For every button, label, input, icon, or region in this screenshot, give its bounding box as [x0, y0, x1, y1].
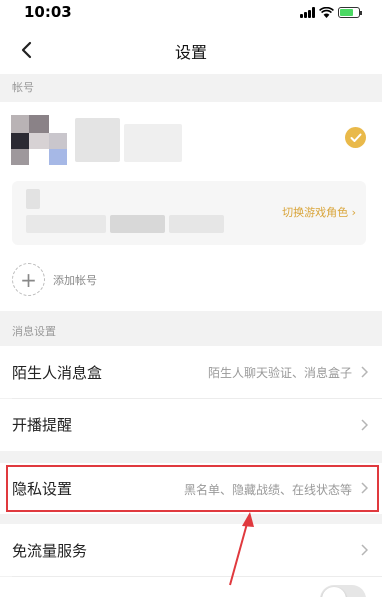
- section-header-account: 帐号: [0, 74, 382, 102]
- live-reminder-row[interactable]: 开播提醒: [0, 399, 382, 451]
- toggle-switch[interactable]: [320, 585, 366, 597]
- stranger-message-box-row[interactable]: 陌生人消息盒 陌生人聊天验证、消息盒子: [0, 346, 382, 398]
- account-id-blurred: [124, 124, 182, 162]
- role-level-blurred: [169, 215, 224, 233]
- section-header-messages: 消息设置: [0, 318, 382, 346]
- role-avatar-blurred: [26, 189, 40, 209]
- account-name-blurred: [75, 118, 120, 162]
- battery-icon: [338, 7, 362, 18]
- chevron-right-icon: [361, 419, 368, 431]
- battery-level: [340, 9, 353, 16]
- status-icons: [300, 7, 362, 18]
- status-time: 10:03: [24, 3, 72, 21]
- privacy-settings-detail: 黑名单、隐藏战绩、在线状态等: [183, 483, 352, 497]
- signal-icon: [300, 7, 315, 18]
- chevron-right-icon: [361, 482, 368, 494]
- add-account-button[interactable]: + 添加帐号: [12, 263, 97, 296]
- chevron-right-icon: ›: [351, 206, 356, 219]
- game-role-card: 切换游戏角色 ›: [12, 181, 366, 245]
- wifi-icon: [319, 7, 334, 18]
- role-name-blurred: [26, 215, 106, 233]
- nav-bar: 设置: [0, 26, 382, 74]
- free-data-service-label: 免流量服务: [12, 542, 88, 560]
- stranger-message-box-detail: 陌生人聊天验证、消息盒子: [207, 366, 352, 380]
- avatar[interactable]: [11, 115, 69, 165]
- live-reminder-label: 开播提醒: [12, 416, 73, 434]
- page-title: 设置: [174, 43, 207, 62]
- privacy-settings-row[interactable]: 隐私设置 黑名单、隐藏战绩、在线状态等: [0, 463, 382, 514]
- chevron-right-icon: [361, 544, 368, 556]
- chevron-right-icon: [361, 366, 368, 378]
- switch-game-role-link[interactable]: 切换游戏角色 ›: [282, 204, 356, 220]
- privacy-settings-label: 隐私设置: [12, 480, 73, 498]
- stranger-message-box-label: 陌生人消息盒: [12, 364, 103, 382]
- plus-icon: +: [12, 263, 45, 296]
- add-account-label: 添加帐号: [53, 273, 97, 287]
- role-server-blurred: [110, 215, 165, 233]
- status-bar: 10:03: [0, 0, 382, 26]
- free-data-service-row[interactable]: 免流量服务: [0, 524, 382, 576]
- check-icon: [345, 127, 366, 148]
